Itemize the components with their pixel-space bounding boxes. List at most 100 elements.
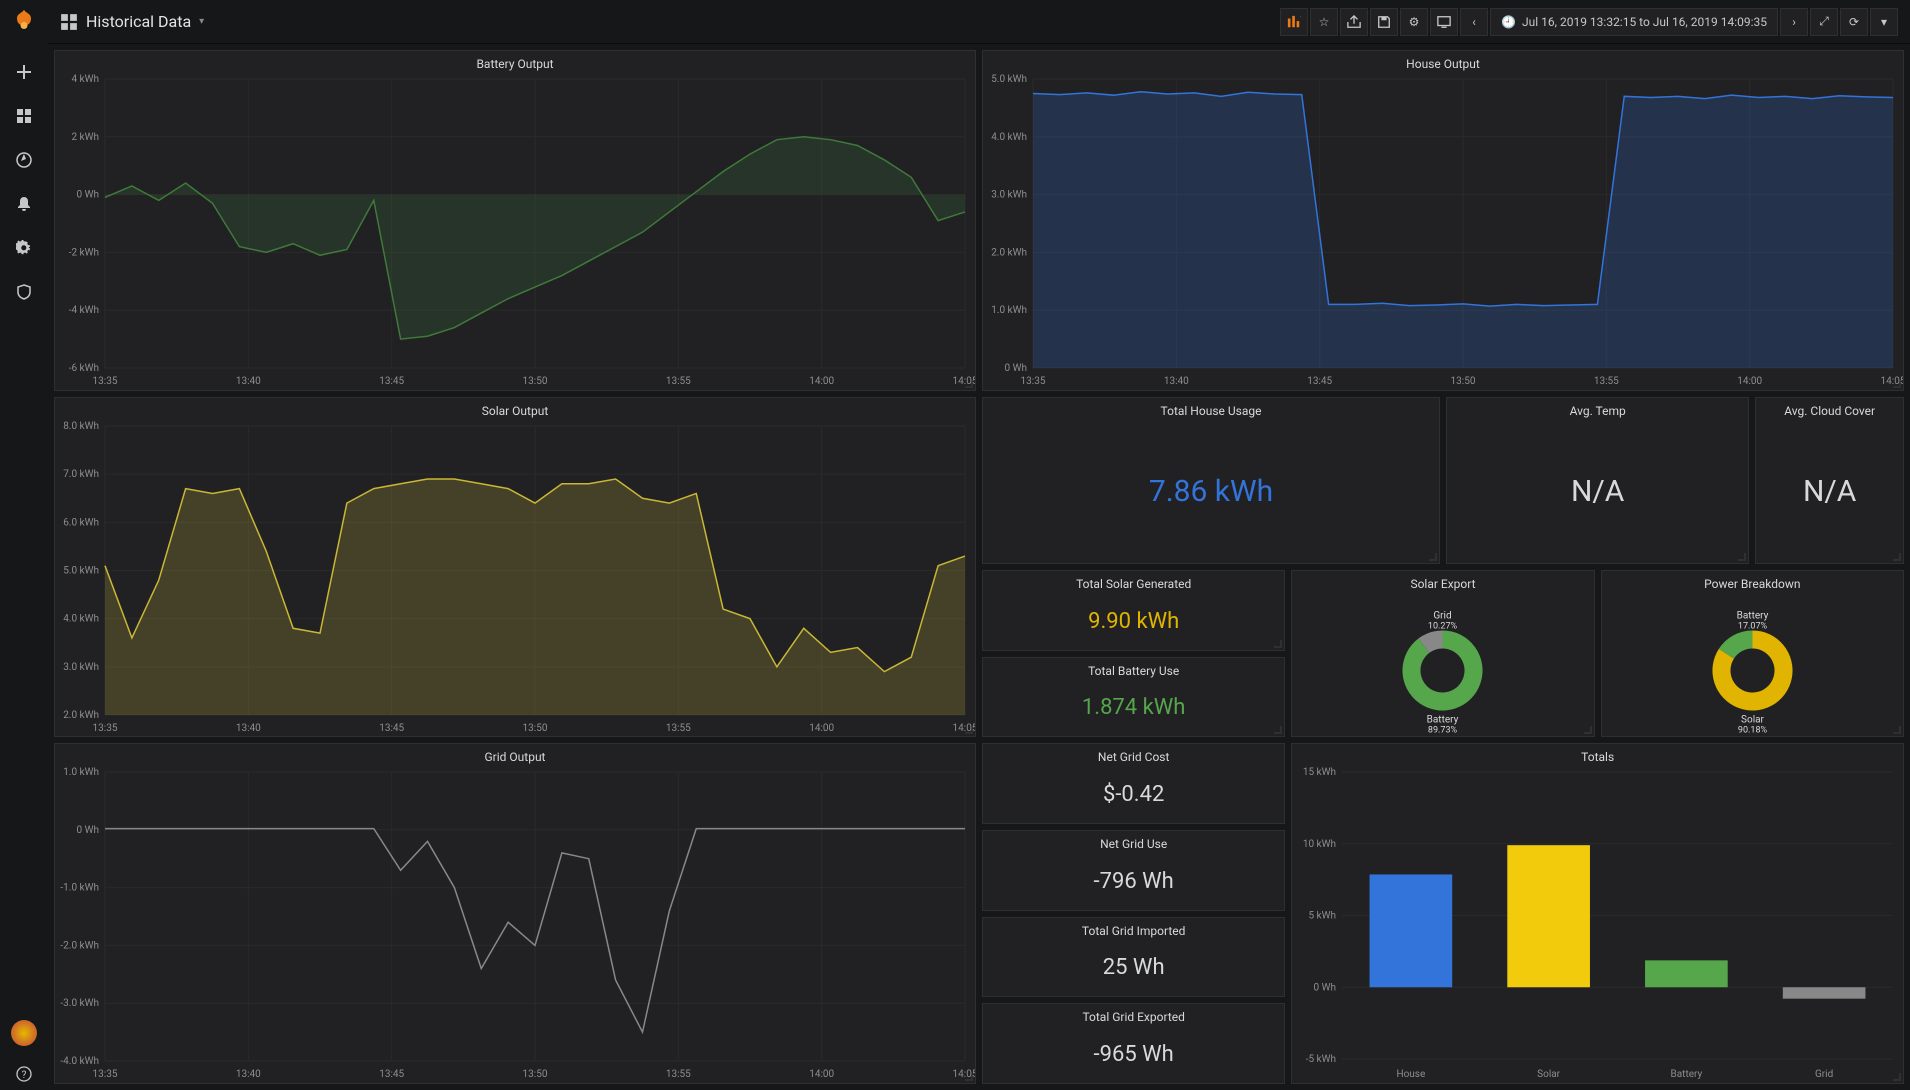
panel-avg-cloud-cover[interactable]: Avg. Cloud Cover N/A (1755, 397, 1904, 564)
svg-text:13:35: 13:35 (93, 723, 118, 734)
svg-text:13:55: 13:55 (666, 376, 691, 387)
svg-text:Grid: Grid (1815, 1069, 1833, 1080)
svg-text:Battery: Battery (1671, 1069, 1703, 1080)
svg-text:10 kWh: 10 kWh (1303, 839, 1336, 850)
panel-total-house-usage[interactable]: Total House Usage 7.86 kWh (982, 397, 1440, 564)
panel-total-grid-imported[interactable]: Total Grid Imported 25 Wh (982, 917, 1285, 998)
svg-text:0 Wh: 0 Wh (77, 825, 99, 836)
time-forward-button[interactable]: › (1780, 8, 1808, 36)
svg-text:?: ? (22, 1070, 27, 1081)
panel-totals[interactable]: Totals -5 kWh0 Wh5 kWh10 kWh15 kWhHouseS… (1291, 743, 1904, 1084)
zoom-out-button[interactable]: ⤢ (1810, 8, 1838, 36)
svg-text:Solar: Solar (1741, 715, 1765, 726)
panel-avg-temp[interactable]: Avg. Temp N/A (1446, 397, 1749, 564)
svg-text:4.0 kWh: 4.0 kWh (991, 132, 1027, 143)
svg-text:0 Wh: 0 Wh (77, 190, 99, 201)
svg-text:2 kWh: 2 kWh (71, 132, 99, 143)
panel-total-grid-exported[interactable]: Total Grid Exported -965 Wh (982, 1003, 1285, 1084)
svg-text:13:45: 13:45 (379, 723, 404, 734)
svg-text:-4.0 kWh: -4.0 kWh (60, 1056, 99, 1067)
share-button[interactable] (1340, 8, 1368, 36)
bell-icon[interactable] (8, 188, 40, 220)
sidebar: ? (0, 0, 48, 1090)
add-panel-button[interactable]: + (1280, 8, 1308, 36)
svg-text:Grid: Grid (1434, 610, 1452, 621)
svg-text:1.0 kWh: 1.0 kWh (991, 305, 1027, 316)
svg-text:4.0 kWh: 4.0 kWh (63, 613, 99, 624)
svg-text:13:50: 13:50 (523, 723, 548, 734)
svg-text:6.0 kWh: 6.0 kWh (63, 517, 99, 528)
svg-text:-1.0 kWh: -1.0 kWh (60, 883, 99, 894)
timerange-label: Jul 16, 2019 13:32:15 to Jul 16, 2019 14… (1522, 15, 1767, 29)
clock-icon: 🕘 (1501, 15, 1516, 29)
svg-text:13:55: 13:55 (1594, 376, 1619, 387)
explore-icon[interactable] (8, 144, 40, 176)
svg-text:0 Wh: 0 Wh (1005, 363, 1027, 374)
refresh-menu-button[interactable]: ▾ (1870, 8, 1898, 36)
svg-text:13:35: 13:35 (1021, 376, 1046, 387)
svg-text:13:55: 13:55 (666, 723, 691, 734)
svg-text:13:40: 13:40 (236, 376, 261, 387)
svg-text:-6 kWh: -6 kWh (69, 363, 99, 374)
svg-text:7.0 kWh: 7.0 kWh (63, 469, 99, 480)
svg-text:13:40: 13:40 (1164, 376, 1189, 387)
column-grid-stats: Net Grid Cost $-0.42 Net Grid Use -796 W… (982, 743, 1285, 1084)
svg-text:13:55: 13:55 (666, 1069, 691, 1080)
dashboard-icon[interactable] (8, 100, 40, 132)
svg-text:13:40: 13:40 (236, 1069, 261, 1080)
svg-text:14:00: 14:00 (809, 723, 834, 734)
panel-total-solar[interactable]: Total Solar Generated 9.90 kWh (982, 570, 1285, 651)
dashboard-icon (60, 13, 78, 31)
save-button[interactable] (1370, 8, 1398, 36)
svg-text:Solar: Solar (1538, 1069, 1562, 1080)
svg-text:8.0 kWh: 8.0 kWh (63, 421, 99, 432)
svg-text:0 Wh: 0 Wh (1314, 983, 1336, 994)
topbar: Historical Data ▾ + ☆ ⚙ ‹ 🕘 Jul 16, 2019… (48, 0, 1910, 44)
svg-text:14:00: 14:00 (809, 1069, 834, 1080)
svg-text:13:45: 13:45 (379, 1069, 404, 1080)
svg-text:3.0 kWh: 3.0 kWh (63, 661, 99, 672)
star-button[interactable]: ☆ (1310, 8, 1338, 36)
panel-net-grid-use[interactable]: Net Grid Use -796 Wh (982, 830, 1285, 911)
svg-text:3.0 kWh: 3.0 kWh (991, 190, 1027, 201)
panel-solar-output[interactable]: Solar Output 2.0 kWh3.0 kWh4.0 kWh5.0 kW… (54, 397, 976, 738)
panel-net-grid-cost[interactable]: Net Grid Cost $-0.42 (982, 743, 1285, 824)
panel-power-breakdown[interactable]: Power Breakdown Battery17.07%Solar90.18% (1601, 570, 1904, 737)
panel-grid-output[interactable]: Grid Output -4.0 kWh-3.0 kWh-2.0 kWh-1.0… (54, 743, 976, 1084)
grafana-logo[interactable] (10, 8, 38, 36)
svg-text:13:50: 13:50 (1451, 376, 1476, 387)
plus-icon[interactable] (8, 56, 40, 88)
svg-text:+: + (1300, 15, 1301, 21)
chevron-down-icon[interactable]: ▾ (199, 16, 204, 27)
svg-text:-3.0 kWh: -3.0 kWh (60, 999, 99, 1010)
gear-icon[interactable] (8, 232, 40, 264)
time-back-button[interactable]: ‹ (1460, 8, 1488, 36)
svg-text:-2.0 kWh: -2.0 kWh (60, 941, 99, 952)
panel-solar-export[interactable]: Solar Export Grid10.27%Battery89.73% (1291, 570, 1594, 737)
svg-text:15 kWh: 15 kWh (1303, 767, 1336, 778)
svg-text:Battery: Battery (1427, 715, 1459, 726)
settings-button[interactable]: ⚙ (1400, 8, 1428, 36)
svg-text:2.0 kWh: 2.0 kWh (991, 247, 1027, 258)
svg-text:13:45: 13:45 (379, 376, 404, 387)
svg-text:13:45: 13:45 (1307, 376, 1332, 387)
svg-text:5.0 kWh: 5.0 kWh (991, 74, 1027, 85)
refresh-button[interactable]: ⟳ (1840, 8, 1868, 36)
tv-mode-button[interactable] (1430, 8, 1458, 36)
svg-text:10.27%: 10.27% (1428, 621, 1458, 631)
help-icon[interactable]: ? (8, 1058, 40, 1090)
svg-text:2.0 kWh: 2.0 kWh (63, 710, 99, 721)
panel-total-battery[interactable]: Total Battery Use 1.874 kWh (982, 657, 1285, 738)
panel-battery-output[interactable]: Battery Output -6 kWh-4 kWh-2 kWh0 Wh2 k… (54, 50, 976, 391)
svg-text:5 kWh: 5 kWh (1309, 911, 1337, 922)
shield-icon[interactable] (8, 276, 40, 308)
svg-text:90.18%: 90.18% (1738, 726, 1768, 736)
svg-text:89.73%: 89.73% (1428, 726, 1458, 736)
svg-text:1.0 kWh: 1.0 kWh (63, 767, 99, 778)
page-title[interactable]: Historical Data (86, 12, 191, 31)
timerange-picker[interactable]: 🕘 Jul 16, 2019 13:32:15 to Jul 16, 2019 … (1490, 8, 1778, 36)
svg-text:House: House (1397, 1069, 1426, 1080)
avatar[interactable] (11, 1020, 37, 1046)
panel-house-output[interactable]: House Output 0 Wh1.0 kWh2.0 kWh3.0 kWh4.… (982, 50, 1904, 391)
svg-text:13:35: 13:35 (93, 1069, 118, 1080)
